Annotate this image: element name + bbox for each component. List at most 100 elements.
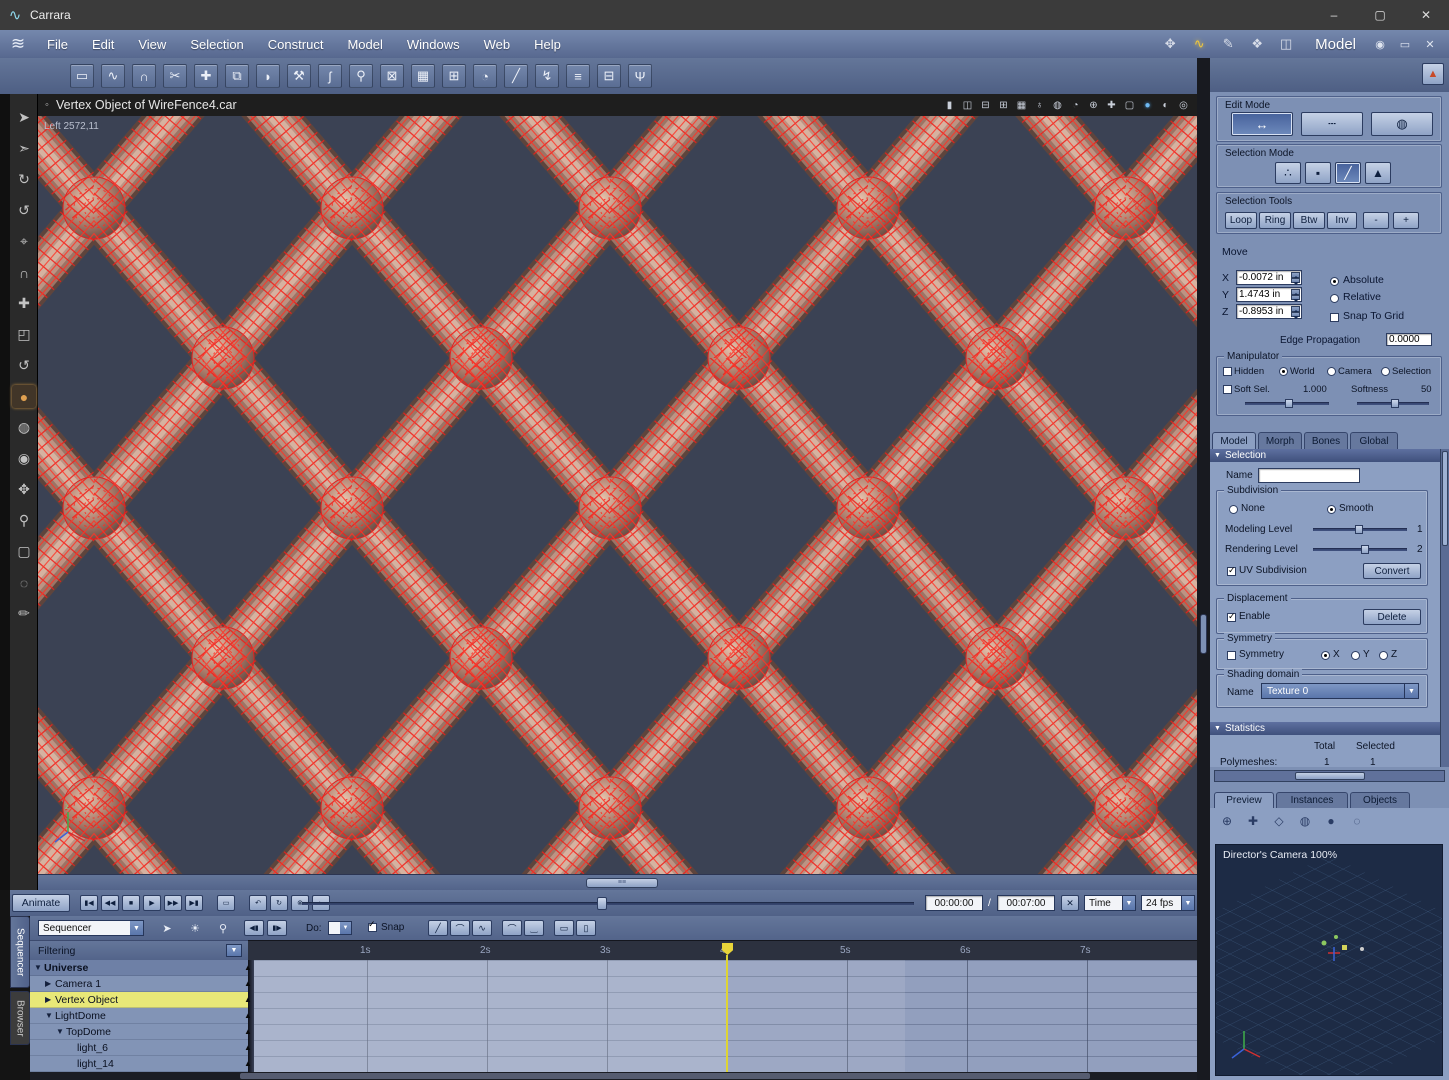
selection-tool-ring-button[interactable]: Ring — [1259, 212, 1291, 229]
marquee-tool-icon[interactable]: ▭ — [70, 64, 94, 88]
layout-grid-icon[interactable]: ▦ — [1014, 98, 1029, 113]
tree-expander-icon[interactable]: ▼ — [34, 963, 44, 972]
window-minimize-button[interactable]: – — [1311, 0, 1357, 30]
go-start-button[interactable]: ▮◀ — [80, 895, 98, 911]
keyframe-icon[interactable]: ▲ — [244, 1059, 252, 1068]
tree-expander-icon[interactable]: ▼ — [56, 1027, 66, 1036]
animate-button[interactable]: Animate — [12, 894, 70, 912]
menu-web[interactable]: Web — [473, 33, 522, 56]
fps-dropdown[interactable]: 24 fps ▼ — [1141, 895, 1195, 911]
eye-icon[interactable]: ◉ — [1371, 36, 1389, 52]
displacement-delete-button[interactable]: Delete — [1363, 609, 1421, 625]
panel-close-icon[interactable]: ✕ — [1421, 36, 1439, 52]
branch-tool-icon[interactable]: Ψ — [628, 64, 652, 88]
tab-bones[interactable]: Bones — [1304, 432, 1348, 449]
side-tab-browser[interactable]: Browser — [10, 991, 30, 1045]
zoom-range-button[interactable]: ▯ — [576, 920, 596, 936]
window-close-button[interactable]: ✕ — [1403, 0, 1449, 30]
selection-radio[interactable] — [1381, 367, 1390, 376]
statistics-section-header[interactable]: ▼ Statistics — [1210, 722, 1440, 735]
zoom-extent-button[interactable]: ▭ — [554, 920, 574, 936]
axis-z-field[interactable]: -0.8953 in — [1236, 304, 1302, 319]
filtering-dropdown[interactable]: ▼ — [226, 944, 242, 957]
selection-tool--button[interactable]: + — [1393, 212, 1419, 229]
edit-mode-vertex-button[interactable]: ↔ — [1231, 112, 1293, 136]
uv-sphere-tool-icon[interactable]: ◍ — [12, 416, 36, 439]
mesh-cube-tool-icon[interactable]: ▦ — [411, 64, 435, 88]
hscroll-handle[interactable]: ≡≡ — [586, 878, 658, 888]
current-time-field[interactable]: 00:00:00 — [925, 895, 983, 911]
tree-row-camera-1[interactable]: ▶ Camera 1 — [30, 976, 248, 992]
keyframe-icon[interactable]: ▲ — [244, 1011, 252, 1020]
ease-in-button[interactable]: ⌒ — [502, 920, 522, 936]
menu-model[interactable]: Model — [336, 33, 393, 56]
magnet-tool-icon[interactable]: ∩ — [132, 64, 156, 88]
edge-propagation-field[interactable]: 0.0000 — [1386, 333, 1432, 346]
display-gouraud-icon[interactable]: ◐ — [1158, 98, 1173, 113]
timeline-grid[interactable] — [248, 960, 1197, 1072]
crop-tool-icon[interactable]: ⧉ — [225, 64, 249, 88]
hotpoint-tool-icon[interactable]: ● — [12, 385, 36, 408]
halfsphere-tool-icon[interactable]: ◗ — [256, 64, 280, 88]
spinner[interactable] — [1291, 306, 1300, 318]
vscroll-handle[interactable] — [1442, 451, 1448, 546]
select-mode-point-button[interactable]: ∴ — [1275, 162, 1301, 184]
next-frame-button[interactable]: ▶▶ — [164, 895, 182, 911]
tree-row-lightdome[interactable]: ▼ LightDome — [30, 1008, 248, 1024]
tree-row-light_6[interactable]: light_6 — [30, 1040, 248, 1056]
hscroll-handle[interactable] — [240, 1073, 1090, 1079]
preview-3d-view[interactable]: Director's Camera 100% — [1088, 844, 1449, 1080]
pan-hand-tool-icon[interactable]: ✥ — [12, 478, 36, 501]
room-storyboard-icon[interactable]: ◫ — [1274, 34, 1298, 54]
convert-button[interactable]: Convert — [1363, 563, 1421, 579]
frame-button[interactable]: ▭ — [217, 895, 235, 911]
keyframe-icon[interactable]: ▲ — [244, 995, 252, 1004]
probe-tool-icon[interactable]: ⚲ — [349, 64, 373, 88]
room-model-icon[interactable]: ∿ — [1187, 34, 1211, 54]
play-button[interactable]: ▶ — [143, 895, 161, 911]
selection-tool-btw-button[interactable]: Btw — [1293, 212, 1325, 229]
preview-zoom-icon[interactable]: ◇ — [1270, 812, 1288, 830]
loop-button[interactable]: ↻ — [270, 895, 288, 911]
rendering-level-slider[interactable] — [1313, 545, 1407, 554]
viewport-canvas[interactable]: Left 2572,11 z — [38, 116, 1197, 874]
edit-mode-sphere-button[interactable]: ◍ — [1371, 112, 1433, 136]
world-radio[interactable] — [1279, 367, 1288, 376]
hammer-tool-icon[interactable]: ⚒ — [287, 64, 311, 88]
do-dropdown[interactable]: ▼ — [328, 921, 352, 935]
hscroll-handle[interactable] — [1295, 772, 1365, 780]
zoom-tool-icon[interactable]: ⚲ — [12, 509, 36, 532]
splitter-handle[interactable] — [1200, 614, 1207, 654]
menu-selection[interactable]: Selection — [179, 33, 254, 56]
tween-linear-button[interactable]: ╱ — [428, 920, 448, 936]
menu-windows[interactable]: Windows — [396, 33, 471, 56]
preview-shaded-icon[interactable]: ● — [1322, 812, 1340, 830]
panel-minimize-icon[interactable]: ▭ — [1396, 36, 1414, 52]
subdivision-none-radio[interactable] — [1229, 505, 1238, 514]
sphere-tool-icon[interactable]: ◔ — [473, 64, 497, 88]
symmetry-y-radio[interactable] — [1351, 651, 1360, 660]
orient-axis-icon[interactable]: ✚ — [1104, 98, 1119, 113]
timeline-scrubber[interactable] — [302, 894, 914, 912]
display-bbox-icon[interactable]: ▢ — [1122, 98, 1137, 113]
symmetry-checkbox[interactable] — [1227, 651, 1236, 660]
wrench-tool-icon[interactable]: ⌖ — [12, 230, 36, 253]
tree-row-universe[interactable]: ▼ Universe — [30, 960, 248, 976]
magnet-small-tool-icon[interactable]: ∩ — [12, 261, 36, 284]
tree-row-light_14[interactable]: light_14 — [30, 1056, 248, 1072]
axis-x-field[interactable]: -0.0072 in — [1236, 270, 1302, 285]
tree-expander-icon[interactable]: ▼ — [45, 1011, 55, 1020]
globe-shaded-icon[interactable]: ◍ — [1050, 98, 1065, 113]
panel-collapse-button[interactable]: ▲ — [1422, 63, 1444, 85]
preview-bbox-icon[interactable]: ◌ — [1348, 812, 1366, 830]
stack-tool-icon[interactable]: ≡ — [566, 64, 590, 88]
camera-tool-icon[interactable]: ◉ — [12, 447, 36, 470]
selection-tool--button[interactable]: - — [1363, 212, 1389, 229]
menu-view[interactable]: View — [127, 33, 177, 56]
orient-cube-icon[interactable]: ⊕ — [1086, 98, 1101, 113]
panel-tool-icon[interactable]: ⊟ — [597, 64, 621, 88]
layout-four-icon[interactable]: ⊞ — [996, 98, 1011, 113]
orbit-tool-icon[interactable]: ↺ — [12, 199, 36, 222]
camera-radio[interactable] — [1327, 367, 1336, 376]
menu-help[interactable]: Help — [523, 33, 572, 56]
